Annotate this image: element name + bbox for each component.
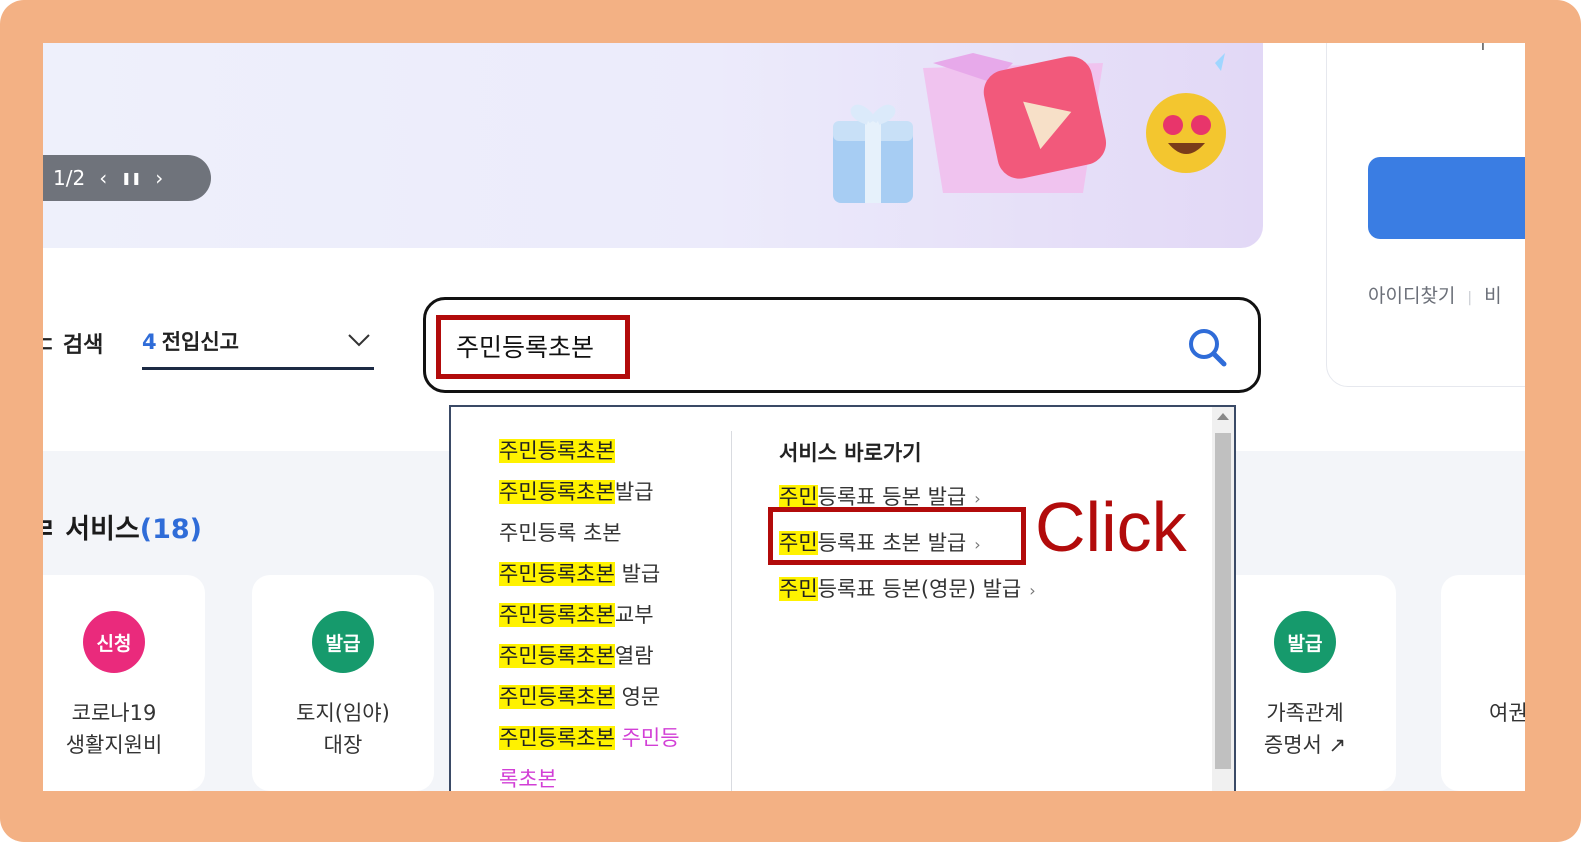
service-label-line: 생활지원비 <box>65 733 163 757</box>
services-count: (18) <box>139 514 203 545</box>
service-card-label: 토지(임야) 대장 <box>252 697 434 761</box>
suggestion-rest: 열람 <box>614 644 654 668</box>
suggestion-item[interactable]: 주민등록초본 영문 <box>499 677 731 718</box>
login-card-text: ı <box>1481 43 1485 54</box>
suggestion-item[interactable]: 주민등록초본 <box>499 431 731 472</box>
link-divider: | <box>1467 290 1473 306</box>
service-card-label: 코로나19 생활지원비 <box>43 697 205 761</box>
suggestion-rest: 영문 <box>614 685 661 709</box>
suggestion-match: 주민등록초본 <box>499 562 615 586</box>
next-slide-icon[interactable]: › <box>155 166 163 190</box>
status-badge: 신청 <box>83 611 145 673</box>
suggestion-item[interactable]: 주민등록초본 주민등 <box>499 718 731 759</box>
suggestion-extra: 주민등 <box>621 726 680 750</box>
login-card: ı 아이디찾기 | 비 <box>1326 43 1525 387</box>
suggestion-match: 주민등록초본 <box>499 726 615 750</box>
chevron-right-icon: › <box>974 489 981 508</box>
select-text: 전입신고 <box>161 330 239 354</box>
status-badge: 발급 <box>312 611 374 673</box>
click-annotation: Click <box>1035 488 1187 566</box>
service-card[interactable]: 발급 토지(임야) 대장 <box>252 575 434 791</box>
suggestion-rest: 발급 <box>614 562 661 586</box>
services-title: ㄹ 서비스(18) <box>43 507 202 546</box>
search-keyword-select[interactable]: 4 전입신고 <box>142 326 374 370</box>
find-id-link[interactable]: 아이디찾기 <box>1368 285 1455 307</box>
select-rank: 4 <box>142 330 157 354</box>
slide-controls: 1/2 ‹ ❚❚ › <box>43 155 211 201</box>
banner-illustration <box>833 53 1226 203</box>
chevron-right-icon: › <box>1029 581 1036 600</box>
shortcut-match: 주민 <box>779 577 818 601</box>
dropdown-divider <box>731 431 732 791</box>
shortcuts-title: 서비스 바로가기 <box>779 441 922 465</box>
suggestion-extra: 록초본 <box>499 767 557 791</box>
service-label-line: 여권 <box>1489 701 1525 725</box>
shortcut-rest: 등록표 등본(영문) 발급 <box>817 577 1022 601</box>
suggestion-match: 주민등록초본 <box>499 685 615 709</box>
login-links: 아이디찾기 | 비 <box>1368 281 1502 308</box>
search-label: ㄷ 검색 <box>43 333 104 358</box>
pause-icon[interactable]: ❚❚ <box>121 171 141 185</box>
services-title-text: ㄹ 서비스 <box>43 514 140 545</box>
suggestion-item[interactable]: 주민등록초본 발급 <box>499 554 731 595</box>
service-card-label: 여권 <box>1441 697 1525 729</box>
login-button[interactable] <box>1368 157 1525 239</box>
suggestion-item[interactable]: 주민등록 초본 <box>499 513 731 554</box>
service-label-line: 대장 <box>323 733 363 757</box>
shortcut-highlight-box <box>768 507 1026 565</box>
suggestion-match: 주민등록초본 <box>499 439 615 463</box>
suggestion-rest: 주민등록 초본 <box>499 521 622 545</box>
scroll-up-icon[interactable] <box>1217 413 1229 420</box>
suggestion-match: 주민등록초본 <box>499 480 615 504</box>
suggestion-list: 주민등록초본 주민등록초본발급 주민등록 초본 주민등록초본 발급 주민등록초본… <box>499 431 731 791</box>
suggestion-item[interactable]: 주민등록초본교부 <box>499 595 731 636</box>
suggestion-rest: 발급 <box>614 480 654 504</box>
service-label-line: 코로나19 <box>71 701 157 725</box>
service-card[interactable]: 신청 코로나19 생활지원비 <box>43 575 205 791</box>
service-label-line: 토지(임야) <box>296 701 390 725</box>
find-password-link[interactable]: 비 <box>1484 285 1501 307</box>
suggestion-rest: 교부 <box>614 603 654 627</box>
shortcut-match: 주민 <box>779 485 818 509</box>
promo-banner[interactable]: 1/2 ‹ ❚❚ › <box>43 43 1263 248</box>
suggestion-item-continued[interactable]: 록초본 <box>499 759 731 791</box>
screenshot-frame: 1/2 ‹ ❚❚ › ı 아이디찾기 | 비 ㄹ 서비스(18) 신청 코로나1… <box>0 0 1581 842</box>
suggestion-match: 주민등록초본 <box>499 644 615 668</box>
search-icon[interactable] <box>1186 326 1228 368</box>
slide-counter: 1/2 <box>53 166 86 190</box>
suggestion-item[interactable]: 주민등록초본열람 <box>499 636 731 677</box>
service-card-label: 가족관계 증명서 ↗ <box>1214 697 1396 761</box>
input-highlight-box <box>436 315 630 379</box>
chevron-down-icon <box>348 334 370 347</box>
suggestion-rest <box>615 726 622 750</box>
service-label-line: 증명서 ↗ <box>1263 733 1347 757</box>
autocomplete-dropdown: 주민등록초본 주민등록초본발급 주민등록 초본 주민등록초본 발급 주민등록초본… <box>449 405 1236 791</box>
shortcut-link[interactable]: 주민등록표 등본(영문) 발급 › <box>779 567 1036 613</box>
page-viewport: 1/2 ‹ ❚❚ › ı 아이디찾기 | 비 ㄹ 서비스(18) 신청 코로나1… <box>43 43 1525 791</box>
shortcut-rest: 등록표 등본 발급 <box>817 485 967 509</box>
status-badge: 발급 <box>1274 611 1336 673</box>
suggestion-match: 주민등록초본 <box>499 603 615 627</box>
service-label-line: 가족관계 <box>1266 701 1344 725</box>
dropdown-scrollbar[interactable] <box>1212 407 1234 791</box>
prev-slide-icon[interactable]: ‹ <box>99 166 107 190</box>
suggestion-item[interactable]: 주민등록초본발급 <box>499 472 731 513</box>
scroll-thumb[interactable] <box>1215 433 1231 769</box>
service-card[interactable]: 여권 <box>1441 575 1525 791</box>
service-card[interactable]: 발급 가족관계 증명서 ↗ <box>1214 575 1396 791</box>
